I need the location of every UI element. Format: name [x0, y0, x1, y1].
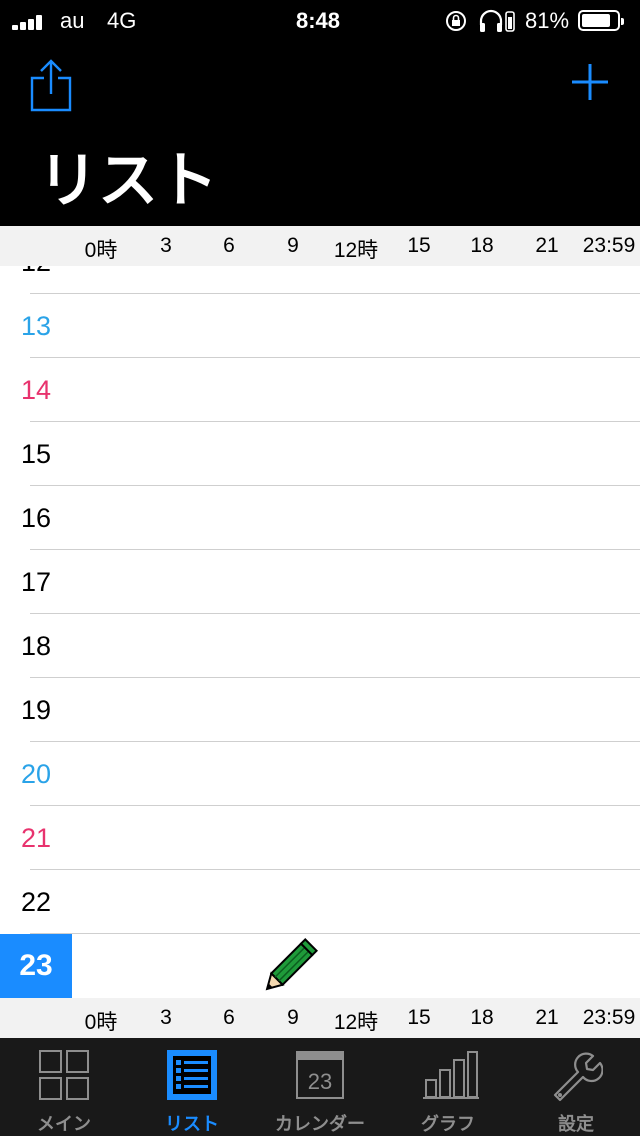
day-label: 22 [20, 887, 52, 917]
axis-label: 6 [223, 1006, 235, 1029]
axis-label: 9 [287, 1006, 299, 1029]
signal-icon [12, 14, 52, 30]
day-label: 18 [20, 631, 52, 661]
tab-list[interactable]: リスト [128, 1038, 256, 1136]
status-bar: au 4G 8:48 81% [0, 0, 640, 44]
axis-label: 18 [470, 1006, 494, 1029]
list-icon [167, 1050, 217, 1100]
day-row[interactable]: 12 [0, 266, 640, 294]
tab-main[interactable]: メイン [0, 1038, 128, 1136]
clock: 8:48 [296, 8, 341, 33]
axis-label: 3 [160, 234, 172, 257]
carrier-label: au [60, 8, 85, 33]
network-label: 4G [107, 8, 137, 33]
time-axis-top: 0時 3 6 9 12時 15 18 21 23:59 [0, 226, 640, 266]
day-row[interactable]: 16 [0, 486, 640, 550]
tab-bar: メイン リスト 23 カレンダー グラフ 設定 [0, 1038, 640, 1136]
headphones-icon [479, 9, 503, 32]
pencil-icon[interactable] [256, 936, 322, 998]
charging-indicator-icon [505, 11, 515, 32]
battery-percent: 81% [525, 8, 570, 33]
battery-icon [578, 10, 624, 31]
axis-label: 15 [407, 234, 431, 257]
tab-calendar[interactable]: 23 カレンダー [256, 1038, 384, 1136]
day-label: 12 [0, 266, 72, 294]
axis-label: 23:59 [582, 234, 636, 257]
page-title: リスト [38, 146, 218, 216]
calendar-icon: 23 [296, 1051, 344, 1099]
axis-label: 6 [223, 234, 235, 257]
day-row[interactable]: 18 [0, 614, 640, 678]
day-row[interactable]: 20 [0, 742, 640, 806]
tab-label: カレンダー [275, 1114, 365, 1135]
axis-label: 23:59 [582, 1006, 636, 1029]
axis-label: 3 [160, 1006, 172, 1029]
tab-label: リスト [165, 1114, 219, 1135]
day-list[interactable]: 12 13 14 15 16 17 18 19 20 21 22 23 [0, 266, 640, 998]
plus-icon[interactable] [570, 62, 610, 102]
tab-label: グラフ [421, 1114, 475, 1135]
axis-label: 18 [470, 234, 494, 257]
day-row[interactable]: 22 [0, 870, 640, 934]
day-row[interactable]: 19 [0, 678, 640, 742]
day-row[interactable]: 14 [0, 358, 640, 422]
day-label: 21 [20, 823, 52, 853]
axis-label: 0時 [84, 1011, 118, 1034]
day-label: 14 [20, 375, 52, 405]
day-label: 19 [20, 695, 52, 725]
tab-label: メイン [37, 1114, 91, 1135]
day-row[interactable]: 21 [0, 806, 640, 870]
time-axis-bottom: 0時 3 6 9 12時 15 18 21 23:59 [0, 998, 640, 1038]
day-label: 17 [20, 567, 52, 597]
share-icon[interactable] [30, 58, 72, 112]
tab-label: 設定 [558, 1114, 594, 1135]
bar-chart-icon [423, 1051, 479, 1099]
grid-icon [39, 1050, 89, 1100]
day-label: 16 [20, 503, 52, 533]
calendar-icon-day: 23 [308, 1069, 332, 1094]
day-label: 15 [20, 439, 52, 469]
orientation-lock-icon [446, 11, 466, 31]
axis-label: 12時 [333, 239, 379, 262]
tab-settings[interactable]: 設定 [512, 1038, 640, 1136]
axis-label: 21 [535, 1006, 559, 1029]
day-row[interactable]: 15 [0, 422, 640, 486]
today-day-label: 23 [0, 934, 72, 998]
axis-label: 21 [535, 234, 559, 257]
axis-label: 9 [287, 234, 299, 257]
day-row-today[interactable]: 23 [0, 934, 640, 998]
day-row[interactable]: 13 [0, 294, 640, 358]
wrench-icon [553, 1052, 603, 1102]
tab-graph[interactable]: グラフ [384, 1038, 512, 1136]
axis-label: 15 [407, 1006, 431, 1029]
axis-label: 0時 [84, 239, 118, 262]
day-label: 20 [20, 759, 52, 789]
day-label: 13 [20, 311, 52, 341]
axis-label: 12時 [333, 1011, 379, 1034]
day-row[interactable]: 17 [0, 550, 640, 614]
